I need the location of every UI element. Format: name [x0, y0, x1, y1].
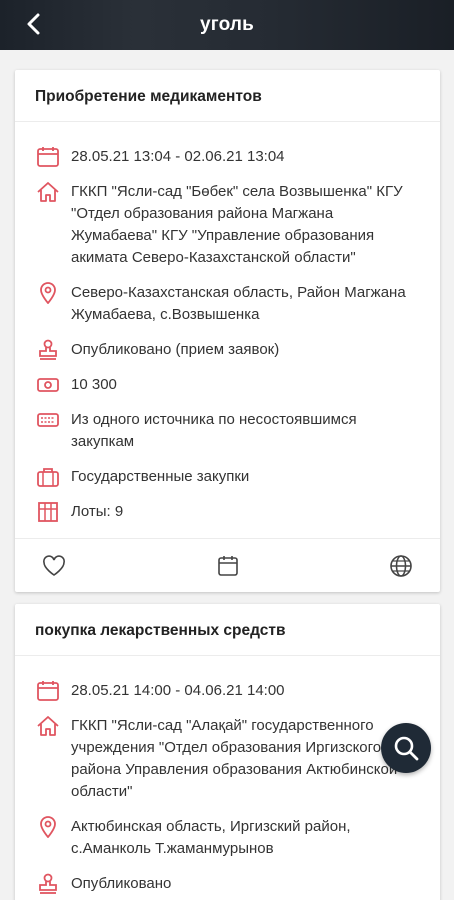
- lots-text: Лоты: 9: [71, 503, 124, 520]
- keyboard-icon: [35, 409, 61, 431]
- briefcase-icon: [35, 466, 61, 488]
- map-pin-icon: [35, 282, 61, 304]
- heart-icon: [43, 554, 65, 576]
- calendar-icon: [217, 555, 238, 576]
- card-actions: [15, 538, 440, 592]
- dates-row: 28.05.21 13:04 - 02.06.21 13:04: [35, 146, 420, 168]
- home-icon: [35, 181, 61, 203]
- status-text: Опубликовано: [71, 875, 172, 892]
- status-row: Опубликовано: [35, 873, 420, 895]
- lots-row: Лоты: 9: [35, 501, 420, 523]
- tender-card[interactable]: Приобретение медикаментов 28.05.21 13:04…: [15, 70, 440, 592]
- map-pin-icon: [35, 816, 61, 838]
- lots-icon: [35, 501, 61, 523]
- calendar-icon: [35, 680, 61, 702]
- dates-row: 28.05.21 14:00 - 04.06.21 14:00: [35, 680, 420, 702]
- open-web-button[interactable]: [388, 553, 414, 579]
- search-fab[interactable]: [381, 723, 431, 773]
- page-title: уголь: [199, 14, 255, 35]
- dates-text: 28.05.21 14:00 - 04.06.21 14:00: [71, 682, 285, 699]
- add-to-calendar-button[interactable]: [215, 553, 241, 579]
- location-text: Актюбинская область, Иргизский район, с.…: [71, 818, 351, 857]
- tender-title: покупка лекарственных средств: [15, 604, 440, 656]
- dates-text: 28.05.21 13:04 - 02.06.21 13:04: [71, 148, 285, 165]
- status-text: Опубликовано (прием заявок): [71, 341, 280, 358]
- organizer-row: ГККП "Ясли-сад "Бөбек" села Возвышенка" …: [35, 181, 420, 269]
- location-row: Северо-Казахстанская область, Район Магж…: [35, 282, 420, 326]
- method-row: Из одного источника по несостоявшимся за…: [35, 409, 420, 453]
- calendar-icon: [35, 146, 61, 168]
- status-row: Опубликовано (прием заявок): [35, 339, 420, 361]
- type-text: Государственные закупки: [71, 468, 250, 485]
- globe-icon: [390, 554, 412, 577]
- stamp-icon: [35, 339, 61, 361]
- tender-card[interactable]: покупка лекарственных средств 28.05.21 1…: [15, 604, 440, 900]
- favorite-button[interactable]: [41, 553, 67, 579]
- tender-title: Приобретение медикаментов: [15, 70, 440, 122]
- organizer-row: ГККП "Ясли-сад "Алақай" государственного…: [35, 715, 420, 803]
- search-icon: [394, 736, 419, 761]
- money-icon: [35, 374, 61, 396]
- amount-text: 10 300: [71, 376, 117, 393]
- location-text: Северо-Казахстанская область, Район Магж…: [71, 284, 406, 323]
- method-text: Из одного источника по несостоявшимся за…: [71, 411, 357, 450]
- organizer-text: ГККП "Ясли-сад "Алақай" государственного…: [71, 717, 398, 800]
- location-row: Актюбинская область, Иргизский район, с.…: [35, 816, 420, 860]
- back-button[interactable]: [18, 8, 50, 40]
- type-row: Государственные закупки: [35, 466, 420, 488]
- amount-row: 10 300: [35, 374, 420, 396]
- organizer-text: ГККП "Ясли-сад "Бөбек" села Возвышенка" …: [71, 183, 403, 266]
- app-bar: уголь: [0, 0, 454, 50]
- arrow-left-icon: [27, 13, 40, 35]
- stamp-icon: [35, 873, 61, 895]
- home-icon: [35, 715, 61, 737]
